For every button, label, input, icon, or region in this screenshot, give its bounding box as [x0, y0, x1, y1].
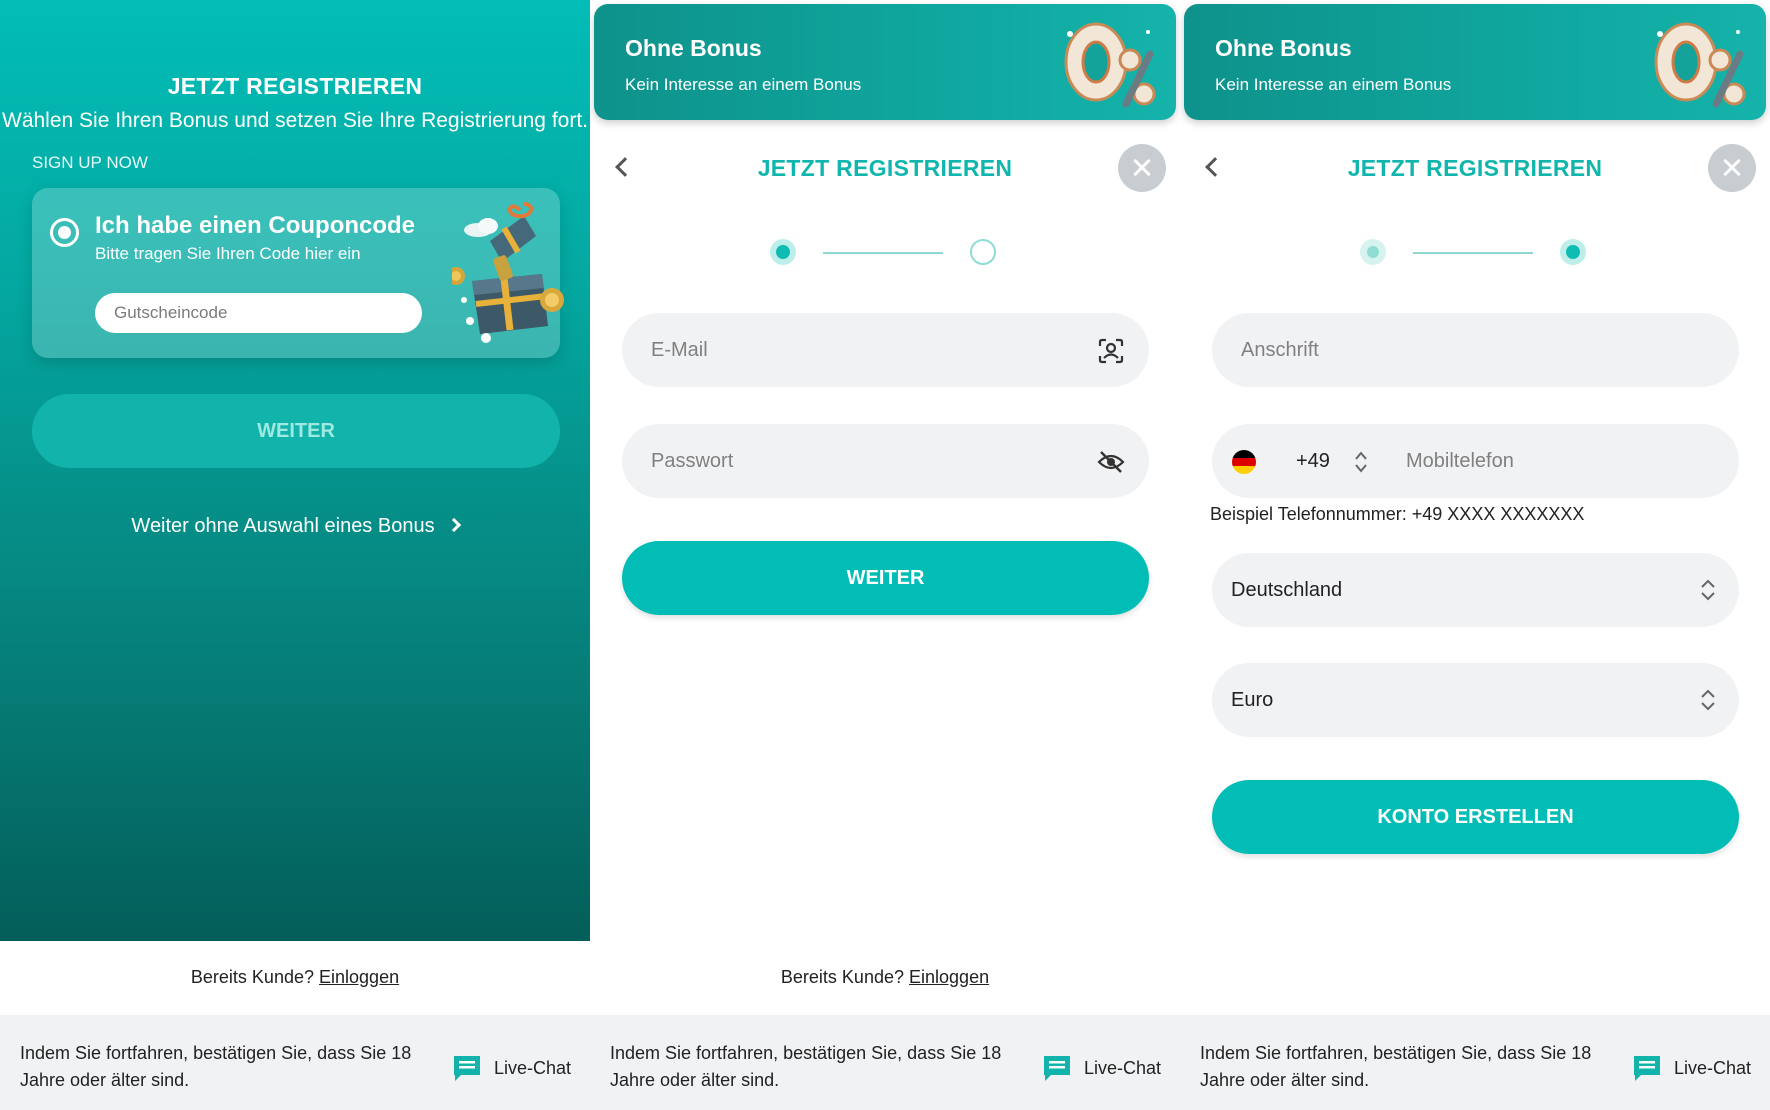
- step-1-indicator: [770, 239, 796, 265]
- step-2-indicator: [1560, 239, 1586, 265]
- coupon-option-desc: Bitte tragen Sie Ihren Code hier ein: [95, 244, 361, 263]
- live-chat-button[interactable]: Live-Chat: [1632, 1053, 1751, 1083]
- chat-icon: [454, 1056, 480, 1081]
- age-confirmation-text: Indem Sie fortfahren, bestätigen Sie, da…: [1200, 1043, 1592, 1090]
- updown-chevron-icon: [1701, 689, 1715, 711]
- login-link[interactable]: Einloggen: [319, 967, 399, 987]
- continue-button[interactable]: WEITER: [32, 394, 560, 468]
- footer-bar: Indem Sie fortfahren, bestätigen Sie, da…: [590, 1015, 1180, 1110]
- footer-bar: Indem Sie fortfahren, bestätigen Sie, da…: [0, 1015, 590, 1110]
- bonus-banner[interactable]: Ohne Bonus Kein Interesse an einem Bonus: [1184, 4, 1766, 120]
- close-icon[interactable]: [1708, 144, 1756, 192]
- updown-chevron-icon[interactable]: [1353, 450, 1369, 474]
- banner-title: Ohne Bonus: [625, 35, 762, 61]
- live-chat-button[interactable]: Live-Chat: [1042, 1053, 1161, 1083]
- face-id-icon[interactable]: [1097, 337, 1125, 365]
- email-placeholder: E-Mail: [651, 339, 708, 361]
- currency-value: Euro: [1231, 689, 1274, 711]
- dial-code[interactable]: +49: [1296, 450, 1330, 473]
- phone-field[interactable]: +49 Mobiltelefon: [1212, 424, 1739, 498]
- continue-without-bonus-label: Weiter ohne Auswahl eines Bonus: [131, 515, 435, 537]
- password-field[interactable]: Passwort: [622, 424, 1149, 498]
- chevron-right-icon: [446, 517, 461, 532]
- phone-placeholder: Mobiltelefon: [1406, 450, 1514, 472]
- germany-flag-icon: [1232, 450, 1256, 474]
- bonus-selection-panel: JETZT REGISTRIEREN Wählen Sie Ihren Bonu…: [0, 0, 590, 1110]
- live-chat-label: Live-Chat: [494, 1057, 572, 1078]
- email-field[interactable]: E-Mail: [622, 313, 1149, 387]
- continue-button[interactable]: WEITER: [622, 541, 1149, 615]
- register-title: JETZT REGISTRIEREN: [1347, 155, 1603, 181]
- create-account-button[interactable]: KONTO ERSTELLEN: [1212, 780, 1739, 854]
- close-icon[interactable]: [1118, 144, 1166, 192]
- step-1-indicator: [1360, 239, 1386, 265]
- coupon-code-input[interactable]: [95, 293, 422, 333]
- step-connector: [1413, 252, 1533, 254]
- country-select[interactable]: Deutschland: [1212, 553, 1739, 627]
- live-chat-button[interactable]: Live-Chat: [452, 1053, 571, 1083]
- zero-percent-icon: [1064, 22, 1156, 108]
- updown-chevron-icon: [1701, 579, 1715, 601]
- phone-hint: Beispiel Telefonnummer: +49 XXXX XXXXXXX: [1210, 504, 1585, 524]
- radio-icon[interactable]: [50, 218, 79, 247]
- signup-label: SIGN UP NOW: [32, 153, 148, 172]
- step-2-indicator: [970, 239, 996, 265]
- bonus-banner[interactable]: Ohne Bonus Kein Interesse an einem Bonus: [594, 4, 1176, 120]
- address-placeholder: Anschrift: [1241, 339, 1319, 361]
- registration-step-2-panel: Ohne Bonus Kein Interesse an einem Bonus…: [1180, 0, 1770, 1110]
- banner-subtitle: Kein Interesse an einem Bonus: [625, 75, 862, 94]
- registration-step-1-panel: Ohne Bonus Kein Interesse an einem Bonus…: [590, 0, 1180, 1110]
- coupon-option-title: Ich habe einen Couponcode: [95, 212, 416, 239]
- already-customer: Bereits Kunde? Einloggen: [0, 967, 590, 988]
- continue-without-bonus-link[interactable]: Weiter ohne Auswahl eines Bonus: [0, 515, 590, 538]
- coupon-option-card[interactable]: Ich habe einen Couponcode Bitte tragen S…: [32, 188, 564, 358]
- password-placeholder: Passwort: [651, 450, 734, 472]
- country-value: Deutschland: [1231, 579, 1343, 601]
- chat-icon: [1634, 1056, 1660, 1081]
- live-chat-label: Live-Chat: [1084, 1057, 1162, 1078]
- login-link[interactable]: Einloggen: [909, 967, 989, 987]
- live-chat-label: Live-Chat: [1674, 1057, 1752, 1078]
- already-customer-text: Bereits Kunde?: [780, 967, 904, 987]
- banner-title: Ohne Bonus: [1215, 35, 1352, 61]
- page-subtitle: Wählen Sie Ihren Bonus und setzen Sie Ih…: [2, 109, 588, 132]
- already-customer-text: Bereits Kunde?: [190, 967, 314, 987]
- teal-background: [0, 0, 590, 941]
- zero-percent-icon: [1654, 22, 1746, 108]
- already-customer: Bereits Kunde? Einloggen: [590, 967, 1180, 988]
- footer-bar: Indem Sie fortfahren, bestätigen Sie, da…: [1180, 1015, 1770, 1110]
- gift-box-icon: [452, 202, 564, 343]
- currency-select[interactable]: Euro: [1212, 663, 1739, 737]
- address-field[interactable]: Anschrift: [1212, 313, 1739, 387]
- age-confirmation-text: Indem Sie fortfahren, bestätigen Sie, da…: [20, 1043, 412, 1090]
- banner-subtitle: Kein Interesse an einem Bonus: [1215, 75, 1452, 94]
- chat-icon: [1044, 1056, 1070, 1081]
- register-title: JETZT REGISTRIEREN: [757, 155, 1013, 181]
- eye-off-icon[interactable]: [1097, 448, 1125, 476]
- page-title: JETZT REGISTRIEREN: [167, 73, 423, 99]
- step-connector: [823, 252, 943, 254]
- age-confirmation-text: Indem Sie fortfahren, bestätigen Sie, da…: [610, 1043, 1002, 1090]
